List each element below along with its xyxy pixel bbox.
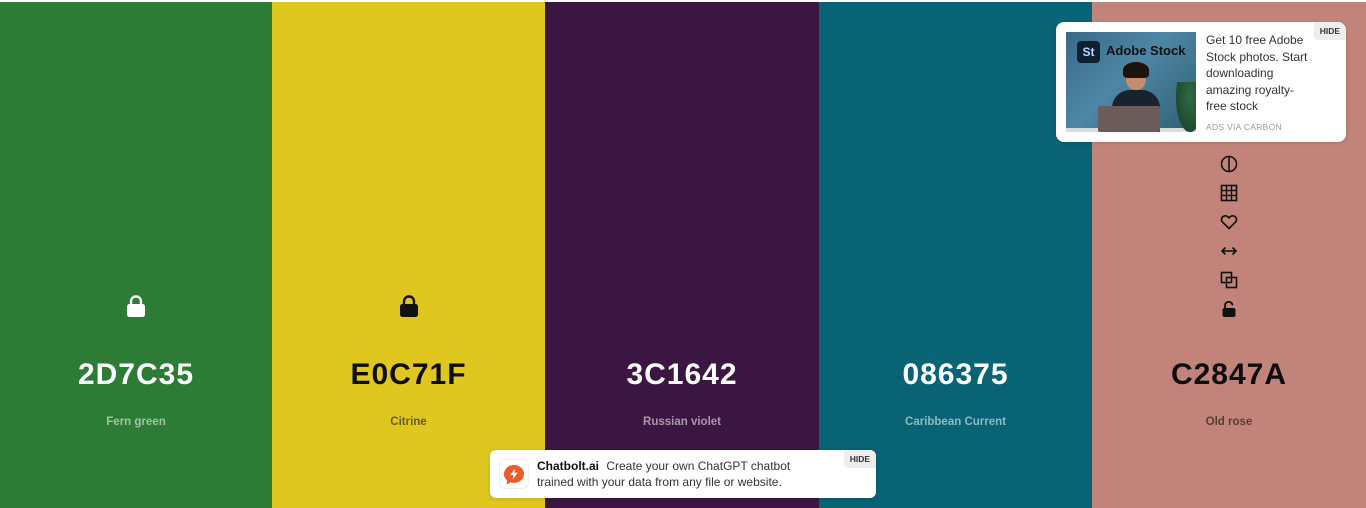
color-hex-code[interactable]: 086375: [819, 358, 1092, 392]
chatbolt-ad: Chatbolt.ai Create your own ChatGPT chat…: [490, 450, 876, 498]
color-name: Russian violet: [643, 416, 721, 428]
lock-icon[interactable]: [125, 294, 147, 318]
color-swatch-3[interactable]: 3C1642 Russian violet: [545, 2, 819, 508]
chatbolt-brand: Chatbolt.ai: [537, 459, 599, 473]
carbon-ad: St Adobe Stock Get 10 free Adobe Stock p…: [1056, 22, 1346, 142]
ad-image[interactable]: St Adobe Stock: [1066, 32, 1196, 132]
chatbolt-ad-text[interactable]: Chatbolt.ai Create your own ChatGPT chat…: [537, 458, 827, 490]
color-hex-code[interactable]: 3C1642: [545, 358, 819, 392]
swatch-toolbar: [1217, 152, 1241, 329]
hide-ad-button[interactable]: HIDE: [1313, 22, 1346, 40]
color-swatch-4[interactable]: 086375 Caribbean Current: [819, 2, 1092, 508]
color-name: Old rose: [1205, 416, 1253, 428]
ad-text[interactable]: Get 10 free Adobe Stock photos. Start do…: [1206, 32, 1310, 111]
color-name: Fern green: [106, 416, 166, 428]
adobe-stock-logo: St: [1077, 41, 1100, 63]
contrast-icon[interactable]: [1217, 155, 1241, 179]
person-hair-shape: [1123, 62, 1149, 78]
laptop-shape: [1098, 106, 1160, 132]
unlock-icon[interactable]: [1217, 300, 1241, 324]
hide-ad-button[interactable]: HIDE: [843, 450, 876, 468]
ad-via-carbon[interactable]: ADS VIA CARBON: [1206, 122, 1282, 132]
chatbolt-logo-icon[interactable]: [499, 459, 529, 489]
plant-shape: [1176, 82, 1196, 132]
color-hex-code[interactable]: 2D7C35: [0, 358, 272, 392]
lock-icon[interactable]: [398, 294, 420, 318]
color-name: Citrine: [390, 416, 427, 428]
color-hex-code[interactable]: C2847A: [1092, 358, 1366, 392]
color-swatch-1[interactable]: 2D7C35 Fern green: [0, 2, 272, 508]
color-hex-code[interactable]: E0C71F: [272, 358, 545, 392]
adobe-stock-wordmark: Adobe Stock: [1106, 43, 1186, 58]
color-name: Caribbean Current: [905, 416, 1006, 428]
heart-icon[interactable]: [1217, 213, 1241, 237]
shades-grid-icon[interactable]: [1217, 184, 1241, 208]
drag-arrows-icon[interactable]: [1217, 242, 1241, 266]
color-swatch-2[interactable]: E0C71F Citrine: [272, 2, 545, 508]
copy-icon[interactable]: [1217, 271, 1241, 295]
